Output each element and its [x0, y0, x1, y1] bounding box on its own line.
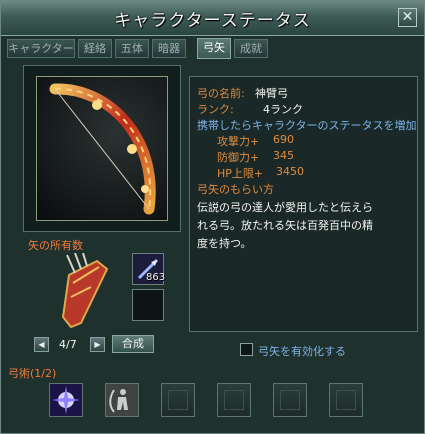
archery-skill-slot-1[interactable] — [49, 383, 83, 417]
archery-skill-slot-4[interactable] — [217, 383, 251, 417]
description-line-3: 度を持つ。 — [197, 237, 252, 250]
defense-value: 345 — [273, 149, 294, 162]
archery-skill-slot-6[interactable] — [329, 383, 363, 417]
bow-name-label: 弓の名前: — [197, 87, 245, 100]
archer-skill-icon — [106, 384, 138, 416]
stat-bonus-text: 携帯したらキャラクターのステータスを増加 — [197, 119, 417, 132]
window-title: キャラクターステータス — [114, 11, 311, 31]
defense-label: 防御力+ — [217, 151, 260, 164]
tab-character[interactable]: キャラクター — [7, 39, 75, 58]
bow-icon — [49, 83, 156, 215]
arrow-page-indicator: 4/7 — [59, 338, 77, 351]
character-status-window: キャラクターステータス ✕ キャラクター 経絡 五体 暗器 弓矢 成就 弓の名前… — [0, 0, 425, 434]
rank-value: 4ランク — [263, 103, 303, 116]
arrow-prev-button[interactable]: ◀ — [34, 337, 49, 352]
archery-skill-slot-5[interactable] — [273, 383, 307, 417]
tab-five-body[interactable]: 五体 — [115, 39, 149, 58]
arrow-item-slot-empty[interactable] — [132, 289, 164, 321]
tab-achievement[interactable]: 成就 — [234, 39, 268, 58]
arrow-next-button[interactable]: ▶ — [90, 337, 105, 352]
bow-image-frame — [36, 76, 168, 221]
bow-name-value: 神臂弓 — [255, 87, 288, 100]
burst-skill-icon — [50, 384, 82, 416]
enable-arrows-label[interactable]: 弓矢を有効化する — [258, 343, 346, 359]
arrow-item-slot[interactable]: 863 — [132, 253, 166, 285]
title-bar[interactable]: キャラクターステータス ✕ — [1, 1, 424, 36]
tab-bow-arrow[interactable]: 弓矢 — [197, 38, 231, 59]
description-line-1: 伝説の弓の達人が愛用したと伝えら — [197, 201, 373, 214]
attack-value: 690 — [273, 133, 294, 146]
arrow-count-heading: 矢の所有数 — [28, 239, 83, 252]
attack-label: 攻撃力+ — [217, 135, 260, 148]
tab-hidden-weapon[interactable]: 暗器 — [152, 39, 186, 58]
combine-button[interactable]: 合成 — [112, 335, 154, 353]
close-button[interactable]: ✕ — [398, 8, 417, 27]
description-line-2: れる弓。放たれる矢は百発百中の精 — [197, 219, 373, 232]
hp-value: 3450 — [276, 165, 304, 178]
quiver-image — [53, 252, 113, 329]
bow-image-panel — [23, 65, 181, 232]
hp-label: HP上限+ — [217, 167, 264, 180]
archery-skill-slot-3[interactable] — [161, 383, 195, 417]
quiver-icon — [61, 252, 109, 329]
rank-label: ランク: — [197, 103, 234, 116]
archery-heading: 弓術(1/2) — [8, 367, 57, 380]
archery-skill-slot-2[interactable] — [105, 383, 139, 417]
origin-heading: 弓矢のもらい方 — [197, 183, 274, 196]
tab-meridian[interactable]: 経絡 — [78, 39, 112, 58]
enable-arrows-checkbox[interactable] — [240, 343, 253, 356]
arrow-count-value: 863 — [146, 272, 166, 283]
